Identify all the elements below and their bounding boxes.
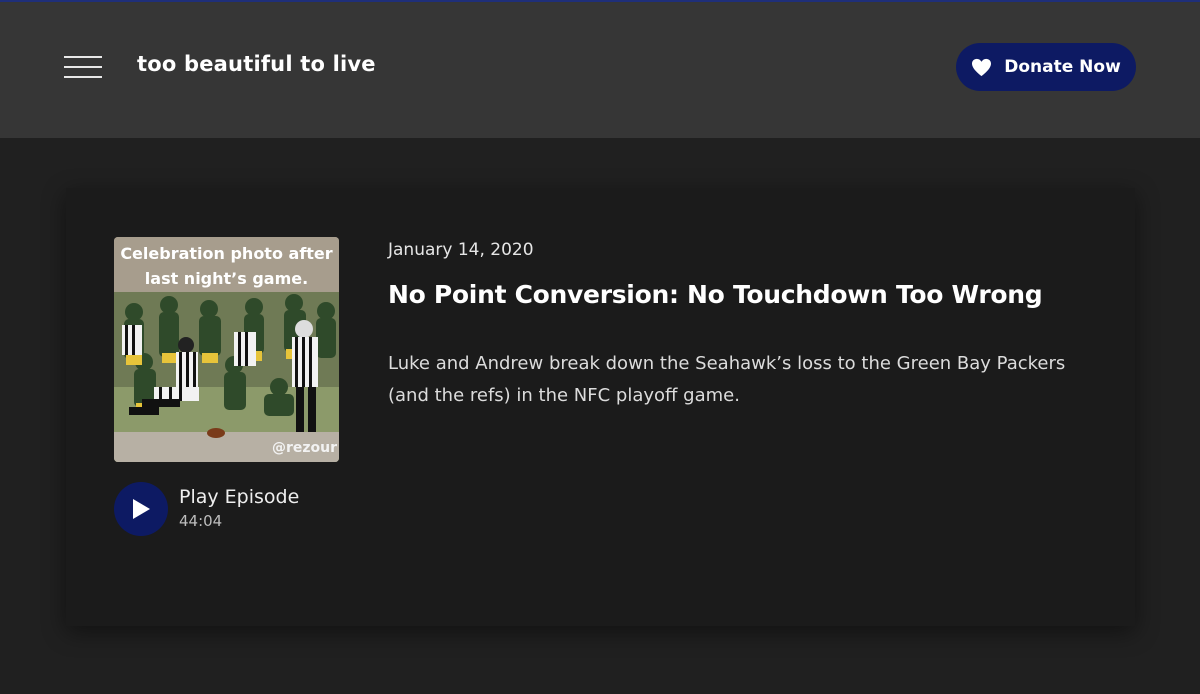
episode-artwork[interactable]: Celebration photo after last night’s gam… [114,237,339,462]
menu-line [64,56,102,58]
artwork-caption: Celebration photo after last night’s gam… [114,241,339,291]
site-header: too beautiful to live Donate Now [0,2,1200,138]
episode-title[interactable]: No Point Conversion: No Touchdown Too Wr… [388,280,1108,309]
episode-date: January 14, 2020 [388,240,534,260]
hamburger-menu-icon[interactable] [64,54,104,82]
site-title[interactable]: too beautiful to live [137,52,376,76]
menu-line [64,66,102,68]
donate-label: Donate Now [1004,57,1121,77]
menu-line [64,76,102,78]
play-episode-button[interactable] [114,482,168,536]
play-icon [133,499,150,519]
heart-icon [972,58,992,76]
donate-button[interactable]: Donate Now [956,43,1136,91]
artwork-handle: @rezour [271,440,337,456]
play-episode-label[interactable]: Play Episode [179,486,299,508]
episode-description: Luke and Andrew break down the Seahawk’s… [388,353,1066,406]
episode-duration: 44:04 [179,512,223,530]
episode-card: Celebration photo after last night’s gam… [66,188,1135,626]
artwork-caption-line: Celebration photo after [120,244,333,263]
artwork-caption-line: last night’s game. [144,269,309,288]
